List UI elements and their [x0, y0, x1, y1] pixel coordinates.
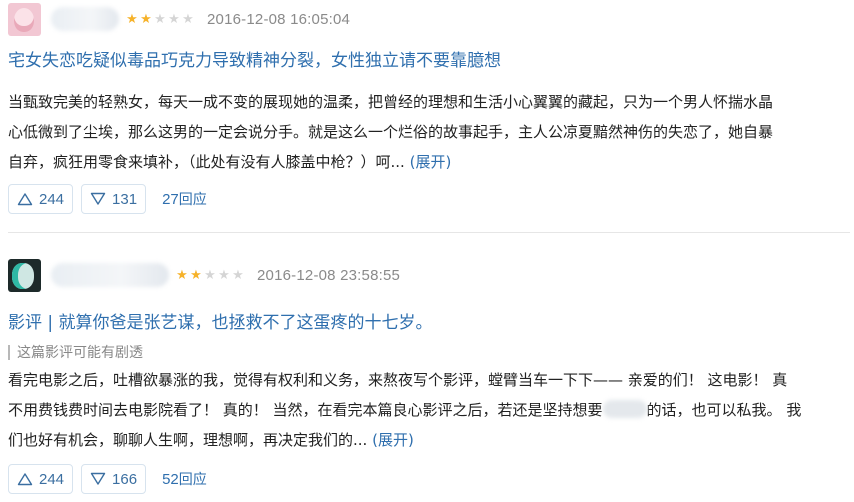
excerpt-line: 不用费钱费时间去电影院看了！ 真的！ 当然，在看完本篇良心影评之后，若还是坚持想…: [8, 395, 850, 425]
excerpt-line: 心低微到了尘埃，那么这男的一定会说分手。就是这么一个烂俗的故事起手，主人公凉夏黯…: [8, 123, 774, 141]
excerpt-line-text: 自弃，疯狂用零食来填补，（此处有没有人膝盖中枪？）呵...: [8, 153, 405, 171]
upvote-button[interactable]: 244: [8, 464, 74, 494]
star-empty-icon: ★: [232, 267, 244, 283]
avatar[interactable]: [8, 2, 41, 36]
downvote-count: 166: [112, 470, 138, 488]
reply-link[interactable]: 27回应: [162, 189, 207, 209]
spoiler-warning: 这篇影评可能有剧透: [8, 342, 143, 362]
star-filled-icon: ★: [190, 267, 202, 283]
rating-stars: ★ ★ ★ ★ ★: [125, 13, 195, 26]
star-empty-icon: ★: [168, 11, 180, 27]
upvote-button[interactable]: 244: [8, 184, 74, 214]
excerpt-line-text: 们也好有机会，聊聊人生啊，理想啊，再决定我们的...: [8, 431, 368, 449]
star-filled-icon: ★: [176, 267, 188, 283]
upvote-count: 244: [39, 470, 65, 488]
excerpt-line: 当甄致完美的轻熟女，每天一成不变的展现她的温柔，把曾经的理想和生活小心翼翼的藏起…: [8, 93, 774, 111]
triangle-up-outline-icon: [17, 193, 33, 206]
review-excerpt: 当甄致完美的轻熟女，每天一成不变的展现她的温柔，把曾经的理想和生活小心翼翼的藏起…: [8, 87, 850, 177]
review-title-link[interactable]: 宅女失恋吃疑似毒品巧克力导致精神分裂，女性独立请不要靠臆想: [8, 46, 501, 71]
review-actions: 244 131 27回应: [8, 184, 207, 214]
review-date: 2016-12-08 16:05:04: [207, 10, 351, 28]
review-date: 2016-12-08 23:58:55: [257, 266, 401, 284]
rating-stars: ★ ★ ★ ★ ★: [175, 269, 245, 282]
excerpt-line: 们也好有机会，聊聊人生啊，理想啊，再决定我们的... (展开): [8, 425, 850, 455]
review-title-link[interactable]: 影评 | 就算你爸是张艺谋，也拯救不了这蛋疼的十七岁。: [8, 308, 433, 333]
blurred-word: [602, 400, 647, 418]
review-header: ★ ★ ★ ★ ★ 2016-12-08 16:05:04: [8, 1, 350, 37]
star-empty-icon: ★: [218, 267, 230, 283]
star-empty-icon: ★: [204, 267, 216, 283]
review-actions: 244 166 52回应: [8, 464, 207, 494]
avatar-image: [14, 7, 34, 32]
excerpt-line-text-continued: 的话，也可以私我。 我: [646, 401, 802, 419]
review-item: ★ ★ ★ ★ ★ 2016-12-08 16:05:04 宅女失恋吃疑似毒品巧克力导致…: [0, 0, 854, 224]
triangle-up-outline-icon: [17, 473, 33, 486]
review-divider: [8, 232, 850, 233]
spoiler-text: 这篇影评可能有剧透: [17, 345, 143, 361]
excerpt-line: 看完电影之后，吐槽欲暴涨的我，觉得有权利和义务，来熬夜写个影评，螳臂当车一下下—…: [8, 371, 788, 389]
review-excerpt: 看完电影之后，吐槽欲暴涨的我，觉得有权利和义务，来熬夜写个影评，螳臂当车一下下—…: [8, 365, 850, 455]
star-filled-icon: ★: [126, 11, 138, 27]
avatar[interactable]: [8, 258, 41, 292]
expand-link[interactable]: (展开): [372, 431, 414, 449]
excerpt-line: 自弃，疯狂用零食来填补，（此处有没有人膝盖中枪？）呵... (展开): [8, 147, 850, 177]
expand-link[interactable]: (展开): [410, 153, 452, 171]
downvote-button[interactable]: 166: [81, 464, 147, 494]
reply-count: 27: [162, 191, 179, 208]
triangle-down-outline-icon: [90, 472, 106, 485]
reply-count: 52: [162, 471, 179, 488]
reply-link[interactable]: 52回应: [162, 469, 207, 489]
star-empty-icon: ★: [182, 11, 194, 27]
reply-label: 回应: [178, 472, 207, 488]
reply-label: 回应: [178, 192, 207, 208]
downvote-count: 131: [112, 190, 138, 208]
excerpt-line-text: 不用费钱费时间去电影院看了！ 真的！ 当然，在看完本篇良心影评之后，若还是坚持想…: [8, 401, 603, 419]
blurred-username: [51, 263, 169, 287]
review-header: ★ ★ ★ ★ ★ 2016-12-08 23:58:55: [8, 257, 400, 293]
triangle-down-outline-icon: [90, 192, 106, 205]
blurred-username: [51, 7, 119, 31]
review-item: ★ ★ ★ ★ ★ 2016-12-08 23:58:55 影评 | 就算你爸是张艺谋，…: [0, 240, 854, 502]
star-empty-icon: ★: [154, 11, 166, 27]
spoiler-bar: [8, 344, 10, 360]
upvote-count: 244: [39, 190, 65, 208]
downvote-button[interactable]: 131: [81, 184, 147, 214]
avatar-image: [12, 262, 34, 289]
star-filled-icon: ★: [140, 11, 152, 27]
